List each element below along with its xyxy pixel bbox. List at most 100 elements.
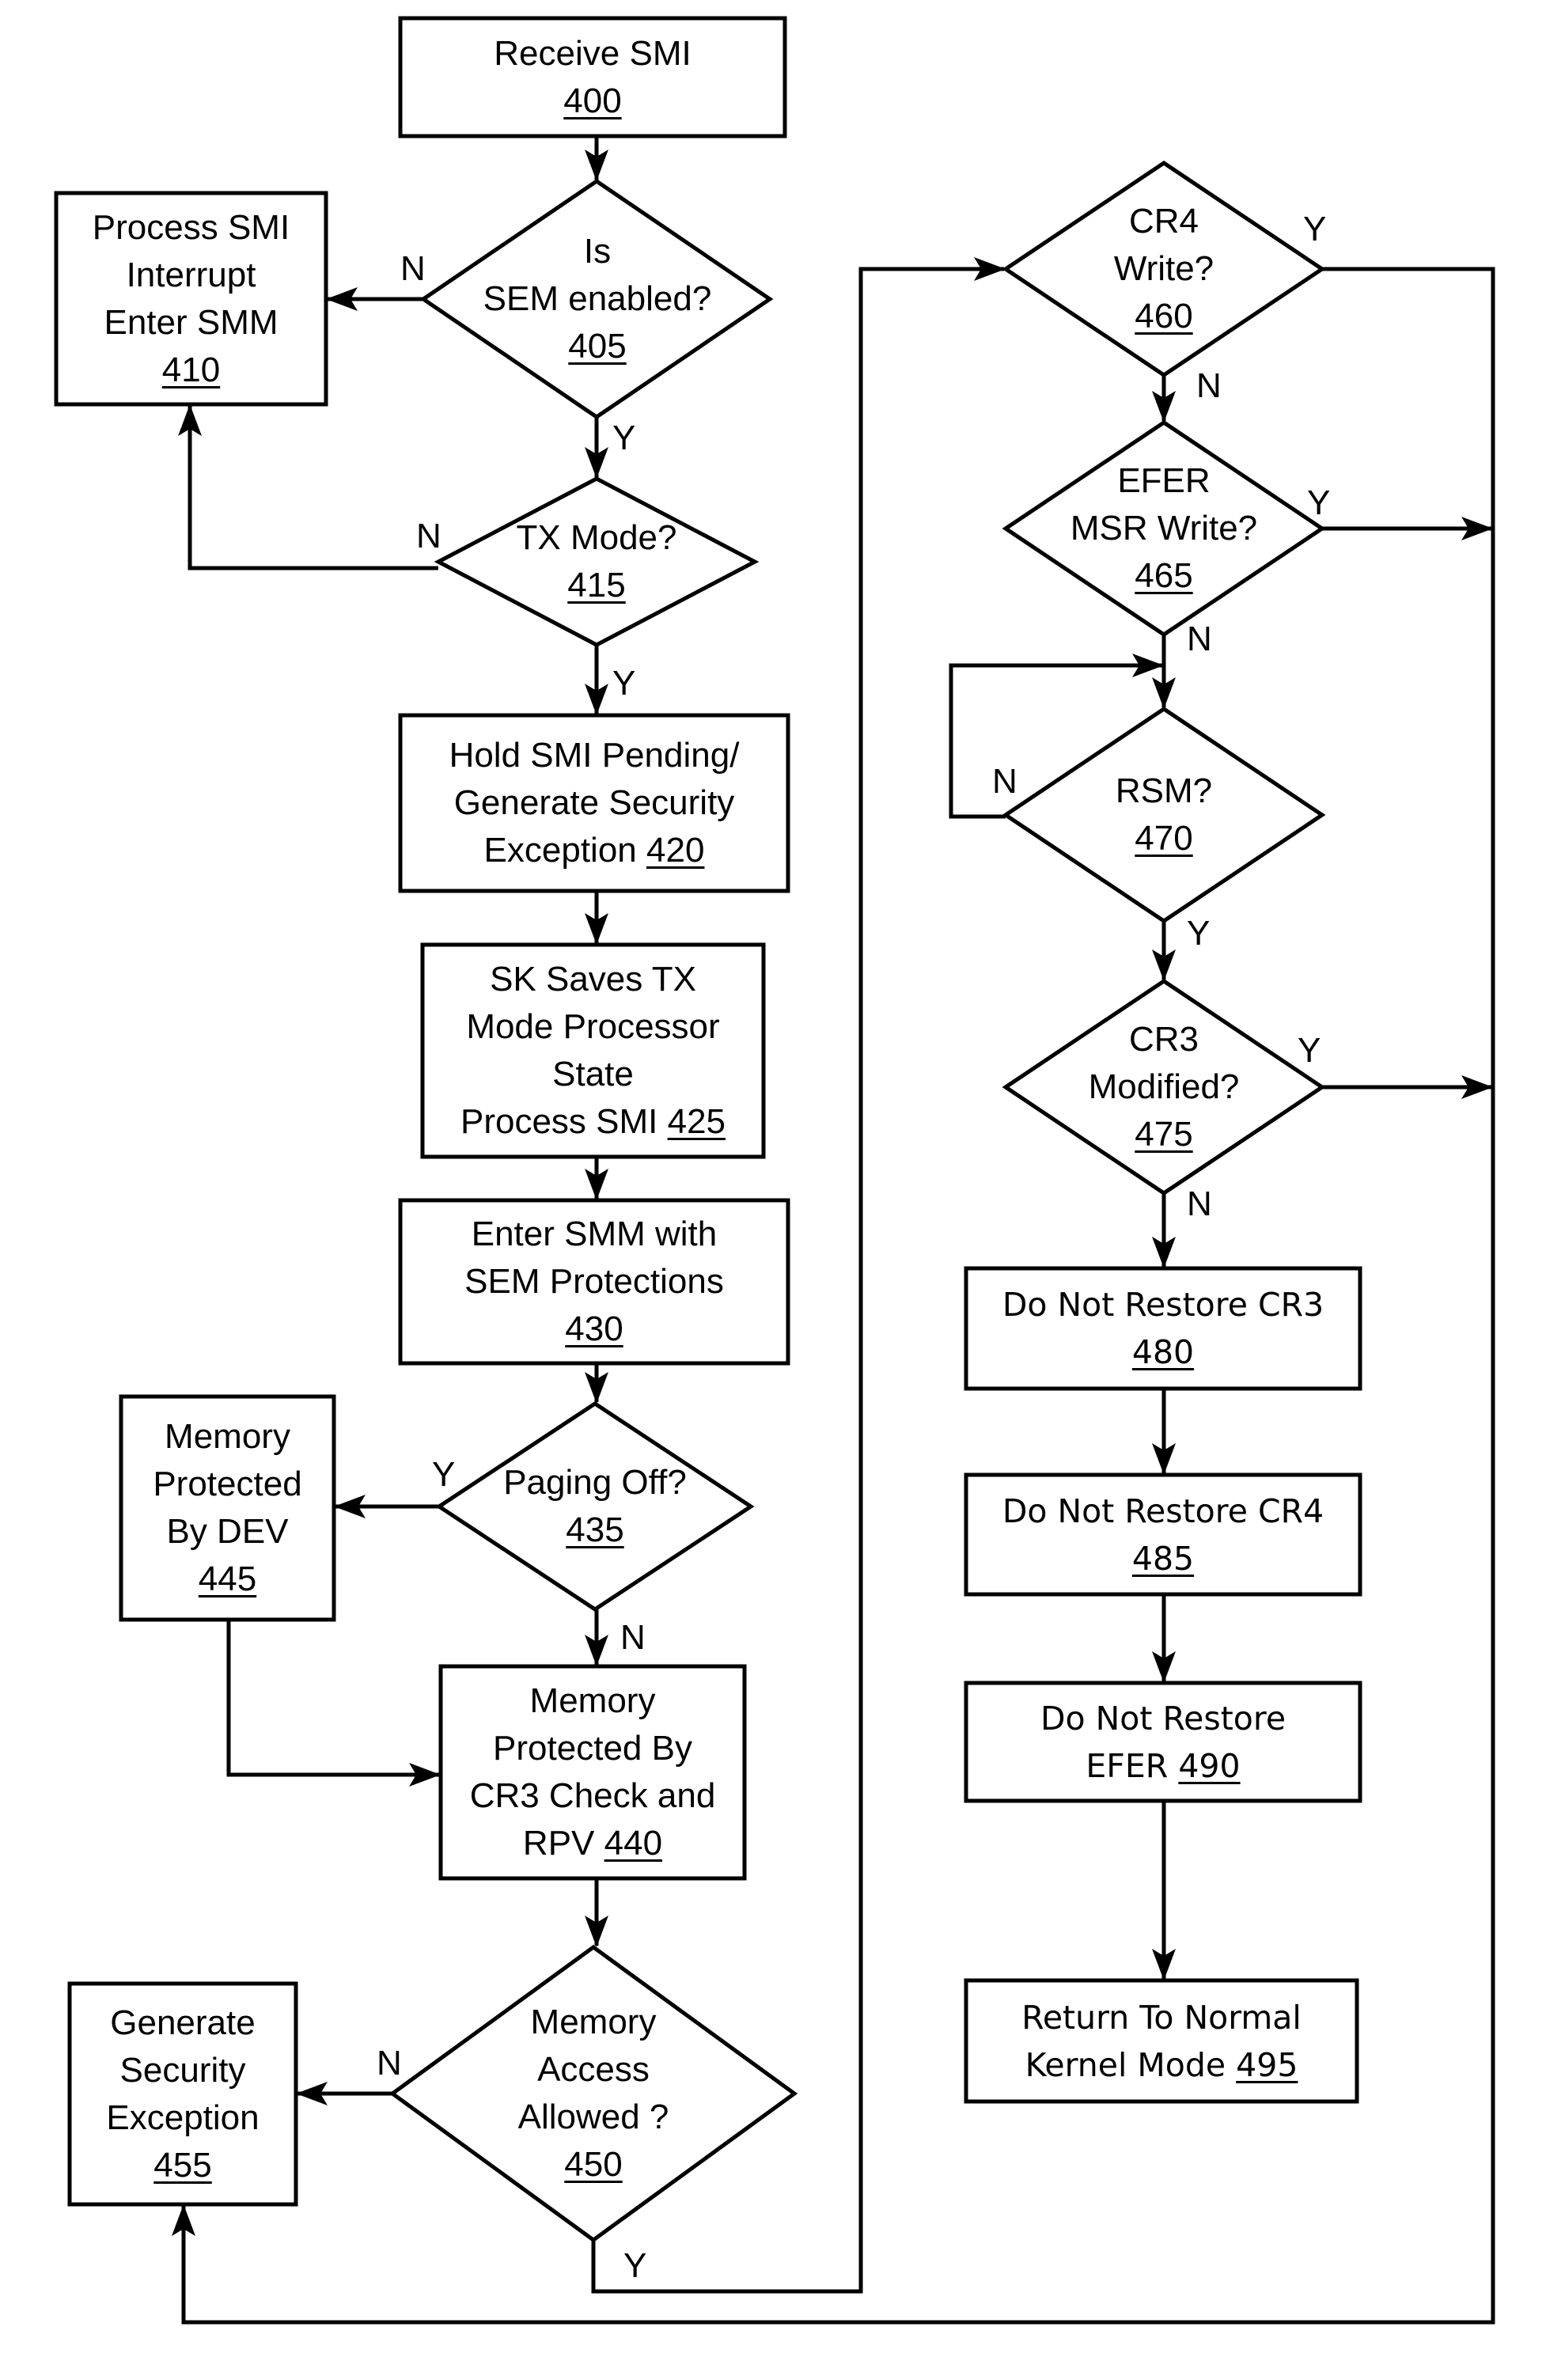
node-text-line: Do Not Restore CR4 [1002,1491,1324,1530]
node-text-line: Exception 420 [483,831,705,870]
node-text-line: 470 [1135,815,1192,862]
node-text-line: Enter SMM with [471,1215,718,1253]
node-text-line: State [552,1055,634,1093]
node-text-line: CR4 [1128,202,1199,241]
edge-label-435-no: N [620,1618,646,1657]
node-text-line: 445 [199,1556,256,1603]
node-text-line: 455 [153,2142,211,2189]
edge-label-465-yes: Y [1307,483,1331,522]
node-text-line: Allowed ? [517,2098,669,2136]
node-text-line: TX Mode? [516,518,677,557]
reference-number: 430 [565,1309,623,1348]
edge-label-435-yes: Y [432,1455,456,1494]
node-415-text: TX Mode? 415 [454,506,739,617]
node-text-line: Kernel Mode 495 [1025,2045,1298,2084]
reference-number: 470 [1135,819,1193,858]
node-405-text: Is SEM enabled? 405 [439,204,756,394]
node-text-line: Process SMI 425 [460,1102,726,1141]
node-text-line: 480 [1132,1328,1194,1376]
edge-label-475-no: N [1187,1184,1212,1223]
node-text-line: Modified? [1088,1067,1240,1106]
node-text-line: Do Not Restore [1040,1699,1286,1738]
node-470-text: RSM? 470 [1045,767,1283,862]
node-text-line: 475 [1135,1111,1192,1158]
node-text-line: RPV 440 [522,1824,663,1863]
node-410-text: Process SMI Interrupt Enter SMM 410 [56,193,326,404]
reference-number: 475 [1135,1115,1193,1154]
edge-label-470-no: N [992,762,1017,801]
node-495-text: Return To Normal Kernel Mode 495 [966,1980,1357,2101]
node-text-line: SK Saves TX [490,960,696,999]
edge-label-415-yes: Y [612,664,636,703]
node-text-line: Memory [530,2003,657,2041]
node-text-line: Enter SMM [104,302,279,342]
node-480-text: Do Not Restore CR3 480 [966,1268,1360,1389]
node-400-text: Receive SMI 400 [400,18,785,136]
node-435-text: Paging Off? 435 [453,1451,737,1562]
node-text-line: Mode Processor [466,1007,720,1046]
node-text-line: CR3 [1128,1020,1199,1059]
node-text-line: 435 [566,1506,623,1554]
edge-label-450-no: N [377,2044,402,2082]
node-text-line: Memory [165,1417,290,1456]
node-text-line: Process SMI [92,207,290,247]
node-text-line: Generate Security [453,783,735,822]
arrow-445-to-440 [226,1620,441,1787]
node-425-text: SK Saves TX Mode Processor State Process SM… [422,945,764,1157]
reference-number: 460 [1135,297,1193,335]
edge-label-450-yes: Y [623,2246,647,2285]
node-text-line: Generate [110,2003,256,2042]
node-text-line: 460 [1135,293,1192,340]
node-450-text: Memory Access Allowed ? 450 [451,1994,736,2193]
reference-number: 405 [568,327,627,366]
reference-number: 490 [1178,1746,1241,1785]
node-text-line: EFER [1117,461,1211,500]
reference-number: 455 [153,2145,212,2185]
edge-label-460-yes: Y [1303,210,1327,248]
node-text-line: Protected By [493,1729,692,1768]
node-text-line: Paging Off? [503,1463,687,1502]
node-text-line: Memory [529,1681,656,1720]
node-text-line: Access [537,2050,650,2089]
node-430-text: Enter SMM with SEM Protections 430 [400,1200,788,1363]
edge-label-475-yes: Y [1298,1031,1321,1070]
reference-number: 445 [198,1560,257,1598]
node-460-text: CR4 Write? 460 [1045,198,1283,340]
node-455-text: Generate Security Exception 455 [70,1984,296,2204]
edge-label-460-no: N [1196,366,1222,405]
node-490-text: Do Not Restore EFER 490 [966,1683,1360,1801]
reference-number: 425 [667,1102,726,1141]
arrow-415-to-410 [178,404,438,570]
node-text-line: 485 [1132,1535,1194,1582]
node-text-line: SEM Protections [464,1262,724,1301]
reference-number: 410 [161,350,221,389]
node-text-line: SEM enabled? [483,279,712,318]
node-text-line: Interrupt [126,255,256,294]
node-text-line: By DEV [166,1512,289,1551]
node-text-line: Return To Normal [1021,1998,1302,2037]
reference-number: 415 [567,566,626,604]
reference-number: 435 [566,1510,624,1549]
node-420-text: Hold SMI Pending/Generate Security Except… [400,715,788,891]
node-text-line: 450 [564,2141,622,2189]
node-445-text: Memory Protected By DEV 445 [121,1397,334,1620]
node-text-line: 415 [567,562,625,609]
reference-number: 400 [563,81,622,120]
reference-number: 465 [1135,556,1193,595]
reference-number: 485 [1131,1539,1195,1578]
node-text-line: 465 [1135,552,1192,600]
node-text-line: Hold SMI Pending/ [449,736,740,775]
node-text-line: 410 [162,347,220,394]
node-text-line: EFER 490 [1086,1746,1241,1785]
node-text-line: Protected [153,1465,302,1503]
node-text-line: Is [583,232,612,271]
node-440-text: Memory Protected By CR3 Check and RPV 440 [441,1666,745,1878]
edge-label-415-no: N [416,517,441,555]
reference-number: 450 [564,2145,623,2184]
node-text-line: Write? [1113,249,1214,288]
reference-number: 420 [646,831,705,870]
reference-number: 480 [1131,1333,1195,1371]
edge-label-405-no: N [400,249,426,288]
node-text-line: Receive SMI [494,33,692,73]
node-text-line: 405 [568,323,626,370]
